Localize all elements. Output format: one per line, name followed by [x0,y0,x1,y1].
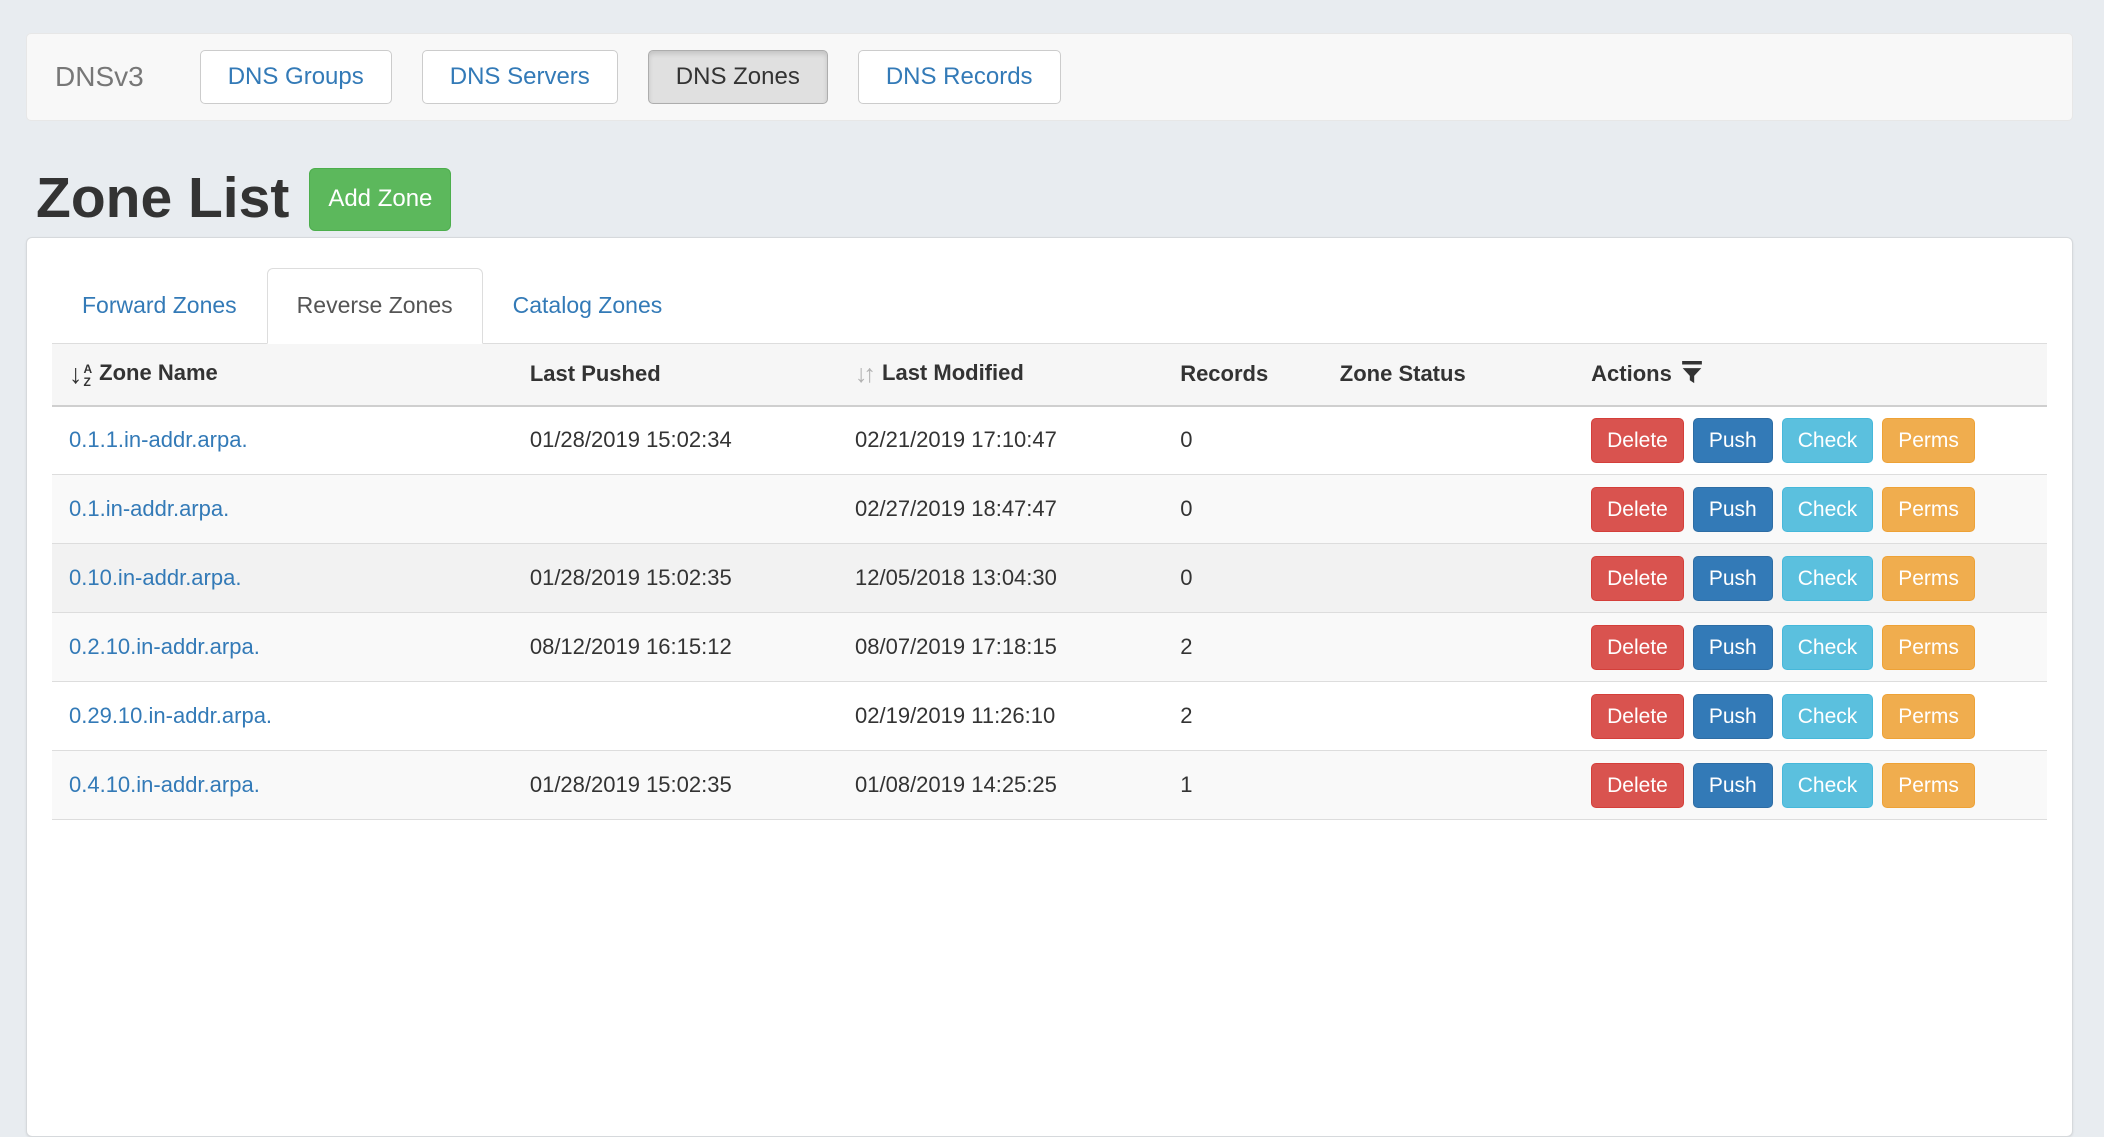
last-pushed-cell: 01/28/2019 15:02:35 [513,544,838,613]
last-modified-cell: 02/21/2019 17:10:47 [838,406,1163,475]
push-button[interactable]: Push [1693,418,1773,463]
records-cell: 1 [1163,751,1323,820]
last-pushed-cell [513,475,838,544]
records-cell: 0 [1163,475,1323,544]
zone-link[interactable]: 0.2.10.in-addr.arpa. [69,634,260,659]
sort-up-down-icon: ↓↑ [855,360,872,388]
zone-status-cell [1323,544,1574,613]
push-button[interactable]: Push [1693,625,1773,670]
perms-button[interactable]: Perms [1882,556,1975,601]
zone-link[interactable]: 0.10.in-addr.arpa. [69,565,241,590]
zone-tabs: Forward Zones Reverse Zones Catalog Zone… [52,268,2047,344]
actions-cell: DeletePushCheckPerms [1574,475,2047,544]
last-pushed-cell [513,682,838,751]
tab-reverse-zones[interactable]: Reverse Zones [267,268,483,344]
check-button[interactable]: Check [1782,487,1874,532]
table-row: 0.1.1.in-addr.arpa. 01/28/2019 15:02:34 … [52,406,2047,475]
check-button[interactable]: Check [1782,763,1874,808]
check-button[interactable]: Check [1782,556,1874,601]
zone-link[interactable]: 0.4.10.in-addr.arpa. [69,772,260,797]
last-modified-cell: 02/27/2019 18:47:47 [838,475,1163,544]
column-header-actions: Actions [1574,344,2047,406]
last-pushed-cell: 08/12/2019 16:15:12 [513,613,838,682]
sort-alpha-asc-icon: ↓AZ [69,363,92,388]
push-button[interactable]: Push [1693,556,1773,601]
perms-button[interactable]: Perms [1882,487,1975,532]
last-modified-cell: 01/08/2019 14:25:25 [838,751,1163,820]
delete-button[interactable]: Delete [1591,763,1684,808]
actions-cell: DeletePushCheckPerms [1574,406,2047,475]
check-button[interactable]: Check [1782,418,1874,463]
actions-cell: DeletePushCheckPerms [1574,613,2047,682]
perms-button[interactable]: Perms [1882,418,1975,463]
zone-status-cell [1323,406,1574,475]
records-cell: 2 [1163,682,1323,751]
last-modified-cell: 02/19/2019 11:26:10 [838,682,1163,751]
top-navbar: DNSv3 DNS Groups DNS Servers DNS Zones D… [26,33,2073,121]
last-modified-cell: 12/05/2018 13:04:30 [838,544,1163,613]
zone-table: ↓AZZone Name Last Pushed ↓↑Last Modified… [52,344,2047,889]
last-pushed-cell: 01/28/2019 15:02:34 [513,406,838,475]
zone-link[interactable]: 0.1.1.in-addr.arpa. [69,427,248,452]
perms-button[interactable]: Perms [1882,763,1975,808]
actions-cell: DeletePushCheckPerms [1574,544,2047,613]
nav-button-dns-records[interactable]: DNS Records [858,50,1061,105]
check-button[interactable]: Check [1782,694,1874,739]
filter-icon[interactable] [1681,361,1703,384]
column-header-last-pushed[interactable]: Last Pushed [513,344,838,406]
records-cell: 2 [1163,613,1323,682]
brand-dnsv3[interactable]: DNSv3 [55,61,144,93]
nav-button-dns-zones[interactable]: DNS Zones [648,50,828,105]
delete-button[interactable]: Delete [1591,487,1684,532]
zone-status-cell [1323,682,1574,751]
records-cell: 0 [1163,406,1323,475]
zone-link[interactable]: 0.29.10.in-addr.arpa. [69,703,272,728]
zone-status-cell [1323,475,1574,544]
page-heading-row: Zone List Add Zone [36,168,451,231]
nav-button-dns-servers[interactable]: DNS Servers [422,50,618,105]
check-button[interactable]: Check [1782,625,1874,670]
tab-forward-zones[interactable]: Forward Zones [52,268,267,344]
records-cell: 0 [1163,544,1323,613]
push-button[interactable]: Push [1693,694,1773,739]
column-header-zone-status: Zone Status [1323,344,1574,406]
zone-link[interactable]: 0.1.in-addr.arpa. [69,496,229,521]
table-row: 0.1.in-addr.arpa. 02/27/2019 18:47:47 0 … [52,475,2047,544]
delete-button[interactable]: Delete [1591,694,1684,739]
table-header-row: ↓AZZone Name Last Pushed ↓↑Last Modified… [52,344,2047,406]
last-modified-cell: 08/07/2019 17:18:15 [838,613,1163,682]
last-pushed-cell: 01/28/2019 15:02:35 [513,751,838,820]
zone-status-cell [1323,751,1574,820]
actions-cell: DeletePushCheckPerms [1574,751,2047,820]
push-button[interactable]: Push [1693,487,1773,532]
delete-button[interactable]: Delete [1591,625,1684,670]
page-title: Zone List [36,169,289,229]
zone-table-body: 0.1.1.in-addr.arpa. 01/28/2019 15:02:34 … [52,406,2047,889]
column-header-zone-name[interactable]: ↓AZZone Name [52,344,513,406]
column-header-records: Records [1163,344,1323,406]
table-row: 0.4.10.in-addr.arpa. 01/28/2019 15:02:35… [52,751,2047,820]
table-row: 0.29.10.in-addr.arpa. 02/19/2019 11:26:1… [52,682,2047,751]
column-header-last-modified[interactable]: ↓↑Last Modified [838,344,1163,406]
add-zone-button[interactable]: Add Zone [309,168,451,231]
zone-list-panel: Forward Zones Reverse Zones Catalog Zone… [26,237,2073,1137]
actions-cell: DeletePushCheckPerms [1574,682,2047,751]
push-button[interactable]: Push [1693,763,1773,808]
zone-status-cell [1323,613,1574,682]
perms-button[interactable]: Perms [1882,694,1975,739]
table-row: 0.2.10.in-addr.arpa. 08/12/2019 16:15:12… [52,613,2047,682]
nav-button-dns-groups[interactable]: DNS Groups [200,50,392,105]
perms-button[interactable]: Perms [1882,625,1975,670]
tab-catalog-zones[interactable]: Catalog Zones [483,268,693,344]
delete-button[interactable]: Delete [1591,556,1684,601]
delete-button[interactable]: Delete [1591,418,1684,463]
table-row: 0.10.in-addr.arpa. 01/28/2019 15:02:35 1… [52,544,2047,613]
